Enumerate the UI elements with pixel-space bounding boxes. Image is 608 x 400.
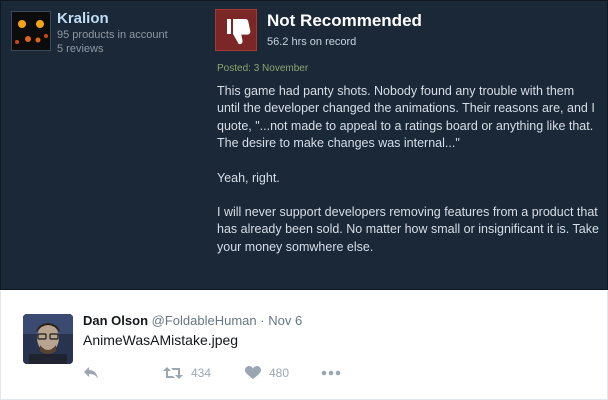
- like-count: 480: [269, 366, 290, 380]
- review-paragraph: I will never support developers removing…: [217, 205, 599, 254]
- heart-icon: [245, 366, 261, 379]
- thumbs-down-icon: [215, 9, 257, 51]
- steam-products-count[interactable]: 95 products in account: [57, 29, 168, 41]
- review-paragraph: This game had panty shots. Nobody found …: [217, 84, 595, 151]
- review-header: Not Recommended 56.2 hrs on record: [215, 9, 603, 55]
- reply-icon: [84, 367, 98, 379]
- steam-user-avatar[interactable]: [11, 11, 51, 51]
- like-button[interactable]: 480: [245, 363, 289, 383]
- hours-on-record: 56.2 hrs on record: [267, 36, 357, 48]
- tweet-date[interactable]: Nov 6: [268, 313, 302, 328]
- author-handle[interactable]: @FoldableHuman: [152, 313, 257, 328]
- retweet-count: 434: [191, 366, 212, 380]
- author-name[interactable]: Dan Olson: [83, 313, 148, 328]
- retweet-button[interactable]: 434: [163, 363, 211, 383]
- separator: ·: [260, 313, 265, 328]
- steam-reviews-count[interactable]: 5 reviews: [57, 43, 103, 55]
- steam-review-panel: Kralion 95 products in account 5 reviews…: [0, 0, 608, 290]
- avatar[interactable]: [23, 314, 73, 364]
- more-button[interactable]: [321, 363, 341, 383]
- reply-button[interactable]: [83, 363, 99, 383]
- review-body: This game had panty shots. Nobody found …: [217, 83, 599, 256]
- tweet-actions: 434 480: [83, 363, 383, 383]
- review-paragraph: Yeah, right.: [217, 170, 280, 185]
- tweet-text: AnimeWasAMistake.jpeg: [83, 332, 239, 348]
- more-icon: [321, 370, 341, 376]
- tweet-card[interactable]: Dan Olson @FoldableHuman · Nov 6 AnimeWa…: [0, 291, 608, 400]
- review-verdict: Not Recommended: [267, 11, 422, 30]
- retweet-icon: [163, 367, 183, 379]
- steam-username[interactable]: Kralion: [57, 10, 109, 27]
- posted-date: Posted: 3 November: [217, 63, 309, 74]
- tweet-header: Dan Olson @FoldableHuman · Nov 6: [83, 313, 302, 328]
